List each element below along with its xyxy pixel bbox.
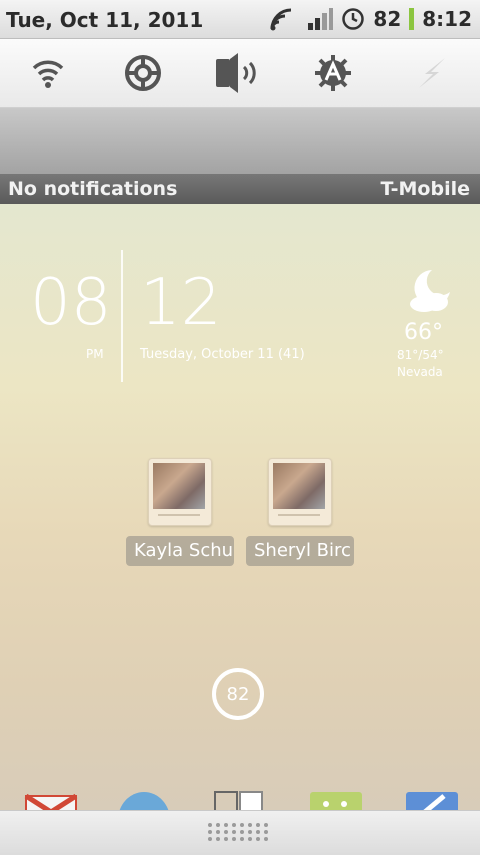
alarm-icon [342, 8, 365, 30]
contact-label-kayla[interactable]: Kayla Schu [126, 536, 234, 566]
quick-toggles [0, 39, 480, 108]
notification-handle-bar[interactable] [0, 810, 480, 855]
wifi-signal-icon [270, 8, 292, 31]
notification-shade [0, 108, 480, 174]
battery-icon [409, 8, 415, 30]
sound-toggle-icon[interactable] [212, 49, 260, 97]
battery-percent: 82 [373, 7, 402, 31]
no-notifications-label: No notifications [8, 178, 178, 200]
clock-hour[interactable]: 08 [30, 266, 111, 340]
wifi-toggle-icon[interactable] [24, 49, 72, 97]
brightness-auto-icon[interactable] [309, 49, 357, 97]
flash-icon[interactable] [408, 49, 456, 97]
contact-shortcut-kayla[interactable] [148, 458, 212, 528]
status-icons: 82 8:12 [269, 6, 472, 32]
carrier-label: T-Mobile [380, 178, 470, 200]
contact-label-sheryl[interactable]: Sheryl Birc [246, 536, 354, 566]
weather-temp: 66° [404, 320, 443, 345]
clock-ampm: PM [86, 347, 104, 361]
clock-minute[interactable]: 12 [140, 266, 221, 340]
battery-widget[interactable]: 82 [212, 668, 264, 720]
notification-bar[interactable]: No notifications T-Mobile [0, 174, 480, 204]
weather-range: 81°/54° [397, 348, 444, 362]
contact-photo [273, 463, 325, 509]
clock-divider [121, 250, 123, 382]
status-bar[interactable]: Tue, Oct 11, 2011 82 8:12 [0, 0, 480, 39]
moon-cloud-icon[interactable] [402, 266, 454, 314]
home-screen: 08 PM 12 Tuesday, October 11 (41) 66° 81… [0, 204, 480, 810]
frame-line [158, 514, 200, 516]
gps-toggle-icon[interactable] [119, 49, 167, 97]
status-date: Tue, Oct 11, 2011 [6, 8, 204, 32]
frame-line [278, 514, 320, 516]
clock-date: Tuesday, October 11 (41) [140, 347, 305, 362]
contact-photo [153, 463, 205, 509]
cell-signal-icon [308, 8, 334, 30]
contact-shortcut-sheryl[interactable] [268, 458, 332, 528]
status-time: 8:12 [422, 7, 472, 31]
grip-dots-icon[interactable] [204, 819, 276, 845]
weather-location: Nevada [397, 365, 443, 379]
